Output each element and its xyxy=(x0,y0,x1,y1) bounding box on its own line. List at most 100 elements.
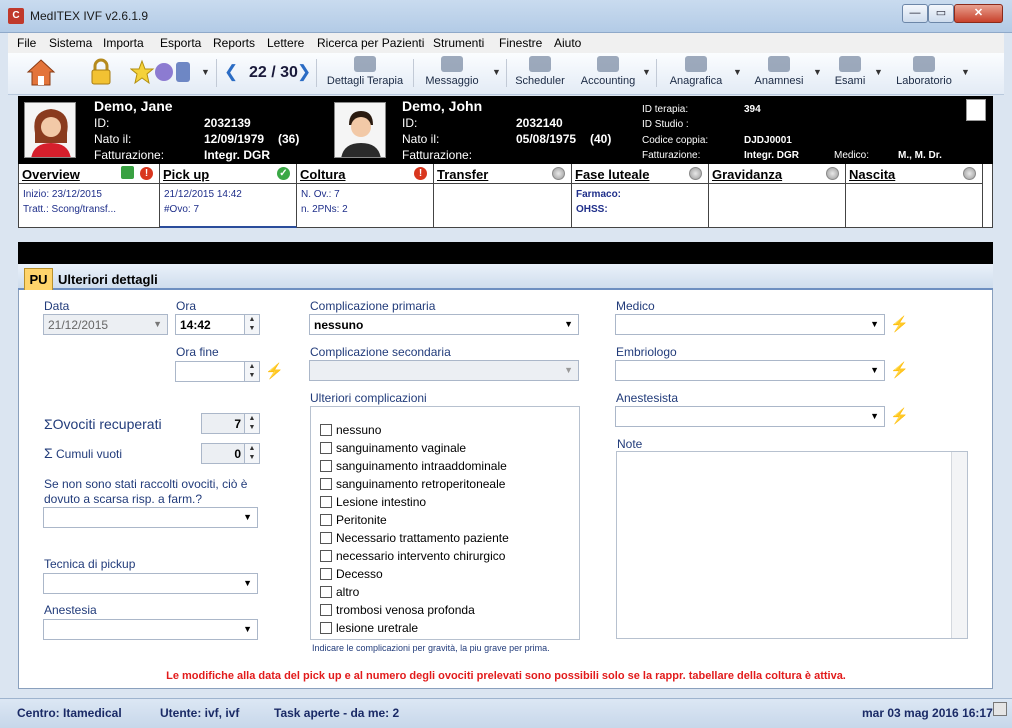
menu-importa[interactable]: Importa xyxy=(103,36,144,50)
menu-aiuto[interactable]: Aiuto xyxy=(554,36,581,50)
medico-select[interactable]: ▼ xyxy=(615,314,885,335)
menu-finestre[interactable]: Finestre xyxy=(499,36,542,50)
tab-nascita[interactable]: Nascita xyxy=(846,164,983,228)
anamnesi-dropdown-icon[interactable]: ▼ xyxy=(813,67,822,77)
female-name: Demo, Jane xyxy=(94,98,173,114)
menu-strumenti[interactable]: Strumenti xyxy=(433,36,484,50)
spinner-icon[interactable]: ▲ ▼ xyxy=(244,444,259,463)
pickup-ovo: #Ovo: 7 xyxy=(164,204,200,215)
chevron-down-icon: ▼ xyxy=(243,578,252,588)
lightning-icon[interactable]: ⚡ xyxy=(890,315,909,333)
therapy-billing-label: Fatturazione: xyxy=(642,150,701,161)
chevron-down-icon: ▼ xyxy=(564,319,573,329)
ovociti-field[interactable]: 7 ▲ ▼ xyxy=(201,413,260,434)
status-task[interactable]: Task aperte - da me: 2 xyxy=(274,706,399,720)
tab-transfer[interactable]: Transfer xyxy=(434,164,572,228)
female-billing: Integr. DGR xyxy=(204,148,271,162)
messaggio-dropdown-icon[interactable]: ▼ xyxy=(492,67,501,77)
therapy-id: 394 xyxy=(744,104,761,115)
separator xyxy=(656,59,657,87)
overview-treatment: Tratt.: Scong/transf... xyxy=(23,204,116,215)
close-button[interactable]: ✕ xyxy=(954,4,1003,23)
laboratorio-button[interactable]: Laboratorio xyxy=(888,56,960,90)
laboratorio-dropdown-icon[interactable]: ▼ xyxy=(961,67,970,77)
complications-hint: Indicare le complicazioni per gravità, l… xyxy=(312,643,550,653)
lightning-icon[interactable]: ⚡ xyxy=(890,407,909,425)
home-icon[interactable] xyxy=(26,57,56,87)
resize-grip-icon[interactable] xyxy=(993,702,1007,716)
female-id-label: ID: xyxy=(94,116,110,130)
tab-coltura[interactable]: Coltura ! N. Ov.: 7 n. 2PNs: 2 xyxy=(297,164,434,228)
female-born: 12/09/1979 xyxy=(204,132,265,146)
check-icon: ✓ xyxy=(277,167,290,180)
male-avatar[interactable] xyxy=(334,102,386,158)
data-field[interactable]: 21/12/2015 ▼ xyxy=(43,314,168,335)
wizard-icon[interactable] xyxy=(129,57,198,87)
female-age: (36) xyxy=(278,132,300,146)
lock-icon[interactable] xyxy=(86,57,116,87)
tab-fase-luteale[interactable]: Fase luteale Farmaco: OHSS: xyxy=(572,164,709,228)
doctor-label: Medico: xyxy=(834,150,870,161)
note-scrollbar[interactable] xyxy=(951,452,967,638)
menu-ricerca[interactable]: Ricerca per Pazienti xyxy=(317,36,424,50)
comp-secondaria-label: Complicazione secondaria xyxy=(310,345,451,359)
anamnesi-button[interactable]: Anamnesi xyxy=(750,56,808,90)
menu-reports[interactable]: Reports xyxy=(213,36,255,50)
esami-button[interactable]: Esami xyxy=(830,56,870,90)
document-icon[interactable] xyxy=(966,99,986,121)
minimize-button[interactable]: — xyxy=(902,4,928,23)
lightning-icon[interactable]: ⚡ xyxy=(890,361,909,379)
lightning-icon[interactable]: ⚡ xyxy=(265,362,284,380)
cumuli-field[interactable]: 0 ▲ ▼ xyxy=(201,443,260,464)
cumuli-label: Σ Cumuli vuoti xyxy=(44,445,123,461)
chevron-down-icon: ▼ xyxy=(243,512,252,522)
prev-arrow-icon[interactable]: ❮ xyxy=(224,62,238,82)
anagrafica-dropdown-icon[interactable]: ▼ xyxy=(733,67,742,77)
chevron-down-icon: ▼ xyxy=(564,365,573,375)
separator xyxy=(506,59,507,87)
ora-fine-label: Ora fine xyxy=(176,345,219,359)
scheduler-button[interactable]: Scheduler xyxy=(510,56,570,90)
scheduler-icon xyxy=(529,56,551,72)
accounting-dropdown-icon[interactable]: ▼ xyxy=(642,67,651,77)
menu-esporta[interactable]: Esporta xyxy=(160,36,201,50)
spinner-icon[interactable]: ▲ ▼ xyxy=(244,315,259,334)
chevron-down-icon: ▼ xyxy=(870,365,879,375)
ora-field[interactable]: 14:42 ▲ ▼ xyxy=(175,314,260,335)
doctor-value: M., M. Dr. xyxy=(898,150,942,161)
wizard-dropdown-icon[interactable]: ▼ xyxy=(201,67,210,77)
anagrafica-button[interactable]: Anagrafica xyxy=(664,56,728,90)
note-textarea[interactable] xyxy=(616,451,968,639)
accounting-button[interactable]: Accounting xyxy=(576,56,640,90)
nascita-title: Nascita xyxy=(849,167,896,182)
spinner-icon[interactable]: ▲ ▼ xyxy=(244,414,259,433)
menu-lettere[interactable]: Lettere xyxy=(267,36,304,50)
ora-fine-field[interactable]: ▲ ▼ xyxy=(175,361,260,382)
next-arrow-icon[interactable]: ❯ xyxy=(297,62,311,82)
esami-dropdown-icon[interactable]: ▼ xyxy=(874,67,883,77)
status-datetime: mar 03 mag 2016 16:17 xyxy=(862,706,993,720)
maximize-button[interactable]: ▭ xyxy=(928,4,954,23)
tab-overview[interactable]: Overview ! Inizio: 23/12/2015 Tratt.: Sc… xyxy=(19,164,160,228)
therapy-icon xyxy=(354,56,376,72)
comp-primaria-select[interactable]: nessuno ▼ xyxy=(309,314,579,335)
tecnica-select[interactable]: ▼ xyxy=(43,573,258,594)
menu-file[interactable]: File xyxy=(17,36,36,50)
comp-secondaria-select[interactable]: ▼ xyxy=(309,360,579,381)
tab-pu[interactable]: PU xyxy=(24,268,53,290)
status-dot-icon xyxy=(826,167,839,180)
menu-sistema[interactable]: Sistema xyxy=(49,36,92,50)
embriologo-select[interactable]: ▼ xyxy=(615,360,885,381)
spinner-icon[interactable]: ▲ ▼ xyxy=(244,362,259,381)
tab-pickup[interactable]: Pick up ✓ 21/12/2015 14:42 #Ovo: 7 xyxy=(160,164,297,228)
female-avatar[interactable] xyxy=(24,102,76,158)
tab-gravidanza[interactable]: Gravidanza xyxy=(709,164,846,228)
scarsa-select[interactable]: ▼ xyxy=(43,507,258,528)
anestesia-select[interactable]: ▼ xyxy=(43,619,258,640)
anestesista-select[interactable]: ▼ xyxy=(615,406,885,427)
dettagli-terapia-button[interactable]: Dettagli Terapia xyxy=(325,56,405,90)
messaggio-button[interactable]: Messaggio xyxy=(418,56,486,90)
tab-ulteriori-dettagli[interactable]: Ulteriori dettagli xyxy=(58,272,158,287)
comp-primaria-label: Complicazione primaria xyxy=(310,299,436,313)
registry-icon xyxy=(685,56,707,72)
